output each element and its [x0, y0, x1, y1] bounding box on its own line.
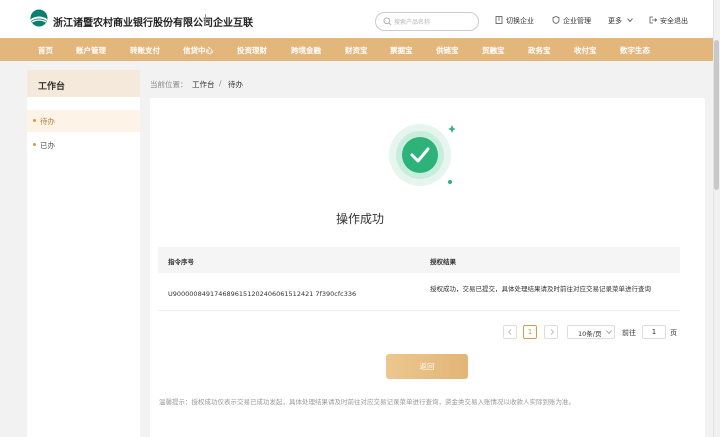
- sidebar-item-label: 待办: [40, 117, 55, 126]
- nav-item-government[interactable]: 政务宝: [528, 45, 551, 56]
- switch-company-link[interactable]: 切换企业: [506, 16, 534, 26]
- page-size-value: 10条/页: [578, 330, 602, 338]
- nav-item-home[interactable]: 首页: [38, 45, 53, 56]
- sidebar-title: 工作台: [38, 82, 66, 92]
- sidebar-item-todo[interactable]: 待办: [27, 110, 140, 132]
- chevron-left-icon: [507, 329, 512, 335]
- nav-item-treasury[interactable]: 财资宝: [345, 45, 368, 56]
- instruction-id-cell: U9000008491746896151202406061512421 7f39…: [168, 290, 357, 298]
- chevron-down-icon: [606, 330, 612, 335]
- logout-icon: [649, 16, 657, 24]
- search-input[interactable]: 搜索产品名称: [375, 12, 479, 31]
- main-nav: 首页 账户管理 转账支付 信贷中心 投资理财 跨境金融 财资宝 票据宝 供链宝 …: [0, 38, 720, 61]
- table-header: 指令序号 授权结果: [158, 247, 680, 273]
- bullet-icon: [33, 119, 36, 122]
- auth-result-cell: 授权成功，交易已提交，具体处理结果请及时前往对应交易记录菜单进行查询: [430, 285, 651, 293]
- column-header-id: 指令序号: [168, 258, 194, 266]
- nav-item-account[interactable]: 账户管理: [76, 45, 106, 56]
- sidebar-item-label: 已办: [40, 141, 55, 150]
- logout-link[interactable]: 安全退出: [660, 16, 688, 26]
- page-size-select[interactable]: 10条/页: [567, 325, 615, 339]
- nav-item-transfer[interactable]: 转账支付: [130, 45, 160, 56]
- sidebar-item-done[interactable]: 已办: [27, 134, 140, 156]
- column-header-result: 授权结果: [430, 258, 456, 266]
- shield-icon: [552, 16, 560, 24]
- bullet-icon: [33, 143, 36, 146]
- nav-item-investment[interactable]: 投资理财: [237, 45, 267, 56]
- sidebar: 工作台 待办 已办: [27, 70, 140, 437]
- result-title: 操作成功: [335, 212, 384, 226]
- table-row: U9000008491746896151202406061512421 7f39…: [158, 273, 680, 311]
- search-placeholder: 搜索产品名称: [394, 19, 431, 26]
- breadcrumb-workbench[interactable]: 工作台: [192, 79, 215, 90]
- breadcrumb-todo: 待办: [228, 80, 243, 89]
- chevron-down-icon: [627, 18, 633, 23]
- more-menu[interactable]: 更多: [608, 16, 622, 26]
- nav-item-supply-chain[interactable]: 供链宝: [436, 45, 459, 56]
- breadcrumb-prefix: 当前位置：: [150, 80, 188, 89]
- goto-label: 前往: [622, 329, 636, 337]
- goto-page-input[interactable]: 1: [642, 325, 666, 339]
- prev-page-button[interactable]: [503, 325, 517, 339]
- sidebar-header: 工作台: [27, 70, 140, 97]
- building-icon: [495, 16, 503, 24]
- breadcrumb-separator: /: [219, 79, 222, 88]
- page-unit-label: 页: [670, 329, 677, 337]
- page-number-current[interactable]: 1: [523, 325, 537, 339]
- bank-name: 浙江诸暨农村商业银行股份有限公司: [53, 18, 213, 29]
- back-button[interactable]: 返回: [386, 354, 468, 379]
- bank-logo-icon: [30, 9, 48, 27]
- nav-item-trade-finance[interactable]: 贸融宝: [482, 45, 505, 56]
- success-check-icon: [389, 124, 455, 186]
- nav-item-credit[interactable]: 信贷中心: [183, 45, 213, 56]
- nav-item-payment[interactable]: 收付宝: [574, 45, 597, 56]
- warm-tip: 温馨提示：授权成功仅表示交易已成功发起，具体处理结果请及时前往对应交易记录菜单进…: [159, 398, 575, 406]
- search-icon: [383, 17, 392, 26]
- company-manage-link[interactable]: 企业管理: [563, 16, 591, 26]
- chevron-right-icon: [550, 329, 555, 335]
- nav-item-bill[interactable]: 票据宝: [390, 45, 413, 56]
- next-page-button[interactable]: [544, 325, 558, 339]
- nav-item-cross-border[interactable]: 跨境金融: [291, 45, 321, 56]
- sidebar-header-arrow: [128, 70, 140, 96]
- nav-item-digital-eco[interactable]: 数字生态: [620, 45, 650, 56]
- portal-name: 企业互联: [213, 18, 253, 29]
- title-divider: [205, 14, 206, 26]
- top-bar: 浙江诸暨农村商业银行股份有限公司 企业互联 搜索产品名称 切换企业 企业管理 更…: [0, 0, 720, 38]
- scrollbar-thumb[interactable]: [714, 40, 719, 190]
